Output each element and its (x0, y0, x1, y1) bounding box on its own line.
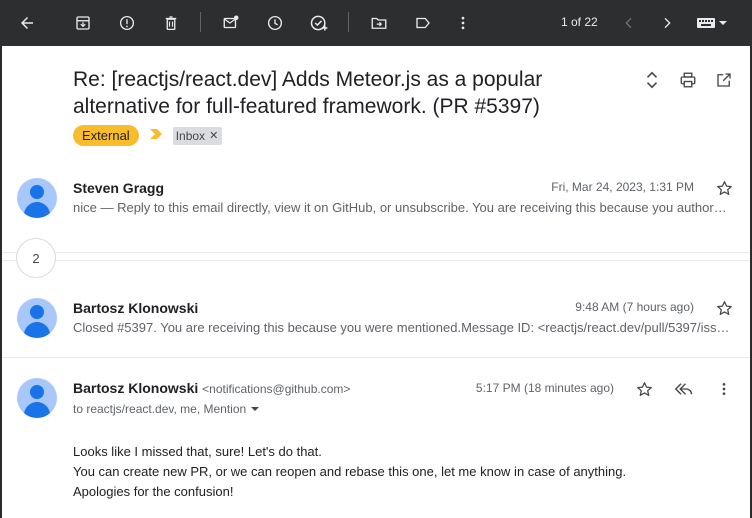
body-line: Looks like I missed that, sure! Let's do… (73, 444, 322, 459)
more-options-icon[interactable] (452, 12, 474, 34)
toolbar-divider (348, 12, 349, 32)
message-date: Fri, Mar 24, 2023, 1:31 PM (551, 180, 694, 194)
mark-unread-icon[interactable] (220, 12, 242, 34)
message-view: Re: [reactjs/react.dev] Adds Meteor.js a… (2, 46, 750, 518)
expand-all-icon[interactable] (642, 70, 662, 90)
label-icon[interactable] (412, 12, 434, 34)
avatar (17, 178, 57, 218)
gmail-window: 1 of 22 Re: [reactjs/react.dev] Adds Met… (0, 0, 752, 518)
input-tools-icon[interactable] (694, 12, 730, 34)
avatar (17, 298, 57, 338)
collapsed-divider (2, 260, 750, 261)
importance-marker-icon[interactable] (149, 128, 163, 143)
print-icon[interactable] (678, 70, 698, 90)
sender-line: Bartosz Klonowski <notifications@github.… (73, 380, 350, 396)
recipients-text: to reactjs/react.dev, me, Mention (73, 402, 247, 416)
inbox-label-text: Inbox (175, 128, 206, 143)
toolbar: 1 of 22 (0, 0, 752, 46)
pager-text: 1 of 22 (561, 15, 598, 29)
message-body: Looks like I missed that, sure! Let's do… (73, 442, 626, 502)
recipients-line[interactable]: to reactjs/react.dev, me, Mention (73, 402, 260, 416)
message-date: 9:48 AM (7 hours ago) (575, 300, 694, 314)
add-to-tasks-icon[interactable] (308, 12, 330, 34)
back-arrow-icon[interactable] (16, 12, 38, 34)
body-line: Apologies for the confusion! (73, 484, 234, 499)
message-snippet[interactable]: nice — Reply to this email directly, vie… (73, 200, 733, 215)
external-label: External (73, 125, 139, 146)
report-spam-icon[interactable] (116, 12, 138, 34)
chevron-down-icon[interactable] (250, 402, 260, 416)
sender-name[interactable]: Steven Gragg (73, 180, 164, 196)
message-date: 5:17 PM (18 minutes ago) (475, 381, 614, 395)
collapsed-messages-count[interactable]: 2 (16, 238, 56, 278)
message-snippet[interactable]: Closed #5397. You are receiving this bec… (73, 320, 733, 335)
message-divider (2, 357, 750, 358)
reply-all-icon[interactable] (674, 379, 694, 399)
body-line: You can create new PR, or we can reopen … (73, 464, 627, 479)
avatar (17, 378, 57, 418)
open-in-new-window-icon[interactable] (714, 70, 734, 90)
sender-name[interactable]: Bartosz Klonowski (73, 300, 198, 316)
star-icon[interactable] (714, 178, 734, 198)
email-subject: Re: [reactjs/react.dev] Adds Meteor.js a… (73, 68, 543, 118)
archive-icon[interactable] (72, 12, 94, 34)
collapsed-divider (2, 252, 750, 253)
snooze-icon[interactable] (264, 12, 286, 34)
newer-chevron-icon[interactable] (618, 12, 640, 34)
older-chevron-icon[interactable] (656, 12, 678, 34)
star-icon[interactable] (714, 298, 734, 318)
sender-email: <notifications@github.com> (202, 382, 351, 396)
star-icon[interactable] (634, 379, 654, 399)
inbox-label: Inbox ✕ (172, 126, 223, 145)
toolbar-divider (200, 12, 201, 32)
move-to-icon[interactable] (368, 12, 390, 34)
remove-label-icon[interactable]: ✕ (209, 127, 218, 145)
sender-name[interactable]: Bartosz Klonowski (73, 380, 198, 396)
more-options-icon[interactable] (714, 379, 734, 399)
label-row: External Inbox ✕ (73, 125, 223, 146)
delete-icon[interactable] (160, 12, 182, 34)
